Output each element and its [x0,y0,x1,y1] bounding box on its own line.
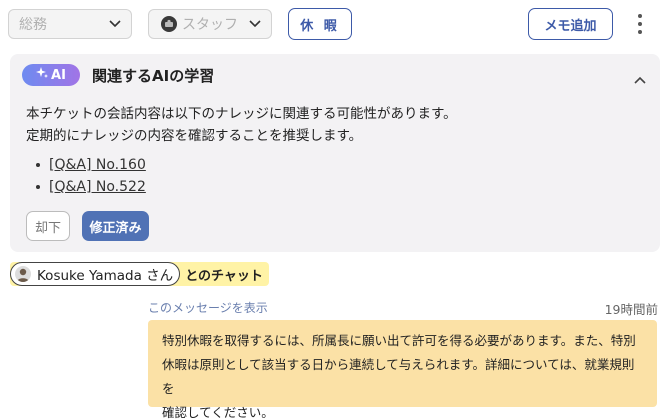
staff-select-value: スタッフ [182,17,238,33]
user-avatar-icon [15,266,31,282]
knowledge-link[interactable]: [Q&A] No.522 [49,179,146,195]
user-tag[interactable]: Kosuke Yamada さん [10,262,181,286]
chat-header: Kosuke Yamada さん とのチャット [10,262,269,286]
chevron-down-icon [249,18,261,30]
reject-button[interactable]: 却下 [26,211,70,241]
message-line: 特別休暇を取得するには、所属長に願い出て許可を得る必要があります。また、特別 [162,333,636,348]
mark-fixed-button[interactable]: 修正済み [82,211,149,241]
ai-learning-card: AI 関連するAIの学習 本チケットの会話内容は以下のナレッジに関連する可能性が… [10,54,660,252]
staff-avatar-icon [161,16,177,32]
sparkle-icon [36,67,49,83]
chevron-up-icon[interactable] [634,69,646,84]
leave-button[interactable]: 休 暇 [288,8,352,40]
user-name: Kosuke Yamada さん [37,268,174,284]
chat-with-label: とのチャット [185,268,263,284]
department-select[interactable]: 総務 [8,9,132,39]
staff-select[interactable]: スタッフ [148,9,272,39]
ai-badge-label: AI [51,67,66,83]
chevron-down-icon [109,18,121,30]
ai-card-title: 関連するAIの学習 [92,67,215,85]
department-select-value: 総務 [19,17,47,33]
show-message-link[interactable]: このメッセージを表示 [148,299,268,316]
knowledge-link[interactable]: [Q&A] No.160 [49,157,146,173]
kebab-menu-icon[interactable] [634,12,646,36]
list-item: [Q&A] No.522 [36,176,146,198]
add-memo-button[interactable]: メモ追加 [528,8,613,40]
list-item: [Q&A] No.160 [36,154,146,176]
message-timestamp: 19時間前 [604,302,658,317]
ai-description-line: 定期的にナレッジの内容を確認することを推奨します。 [26,128,363,144]
message-bubble: 特別休暇を取得するには、所属長に願い出て許可を得る必要があります。また、特別 休… [148,320,657,420]
ai-card-description: 本チケットの会話内容は以下のナレッジに関連する可能性があります。 定期的にナレッ… [26,103,457,147]
message-line: 確認してください。 [162,405,274,420]
knowledge-link-list: [Q&A] No.160 [Q&A] No.522 [36,154,146,198]
ai-description-line: 本チケットの会話内容は以下のナレッジに関連する可能性があります。 [26,106,457,122]
message-line: 休暇は原則として該当する日から連続して与えられます。詳細については、就業規則を [162,357,635,396]
ai-badge: AI [22,64,80,86]
